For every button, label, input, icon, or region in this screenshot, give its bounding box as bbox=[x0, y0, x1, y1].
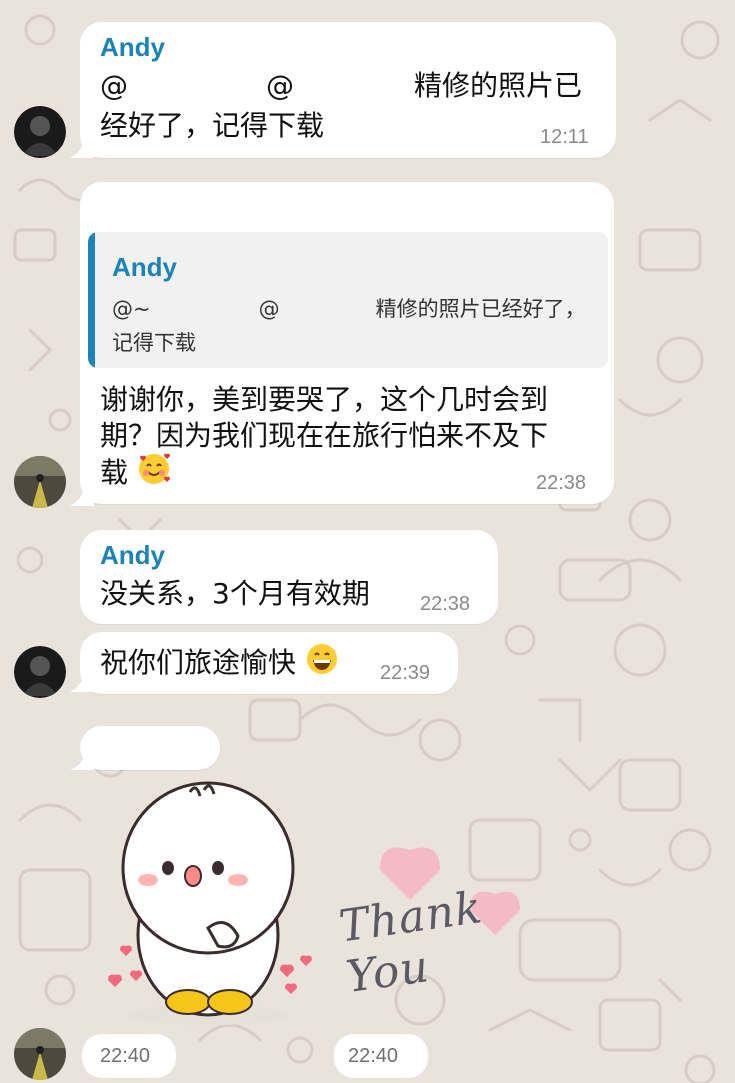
sticker-time-pill: 22:40 bbox=[82, 1034, 176, 1078]
sticker-cute-character[interactable] bbox=[100, 780, 330, 1030]
avatar-contact[interactable] bbox=[14, 456, 66, 508]
message-bubble bbox=[80, 726, 220, 770]
sticker-time-pill: 22:40 bbox=[334, 1034, 428, 1078]
message-hidden[interactable] bbox=[0, 0, 735, 780]
message-time: 22:40 bbox=[348, 1045, 399, 1067]
sticker-thank-you[interactable]: Thank You bbox=[330, 830, 580, 1003]
bubble-tail bbox=[70, 744, 94, 770]
avatar-andy[interactable] bbox=[14, 646, 66, 698]
avatar-andy[interactable] bbox=[14, 106, 66, 158]
avatar-contact[interactable] bbox=[14, 1028, 66, 1080]
message-time: 22:40 bbox=[100, 1045, 151, 1067]
